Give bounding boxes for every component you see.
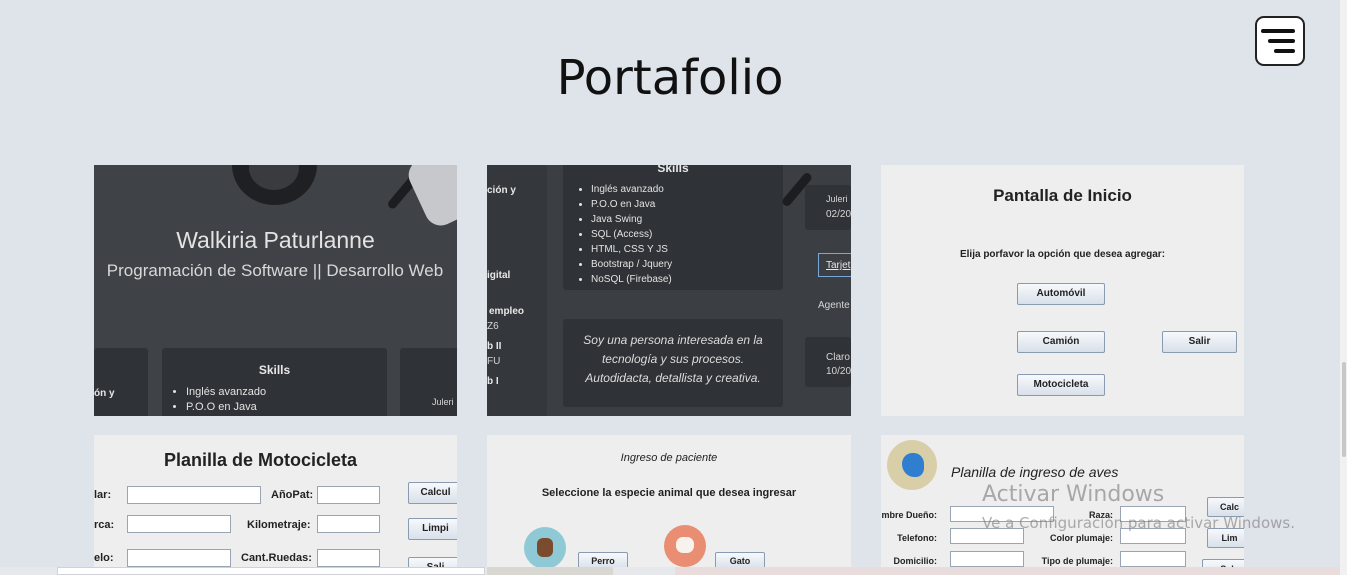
left-fragment: b I (487, 376, 499, 387)
salir-button[interactable]: Salir (1162, 331, 1237, 353)
field-label: lar: (94, 489, 112, 501)
skill-item: NoSQL (Firebase) (591, 272, 672, 287)
text-field[interactable] (1120, 551, 1186, 567)
text-field[interactable] (317, 549, 380, 567)
text-field[interactable] (127, 549, 231, 567)
cat-icon (664, 525, 706, 567)
right-fragment: Juleri (826, 194, 848, 204)
skill-item: Inglés avanzado (186, 385, 266, 400)
portfolio-card-pantalla-inicio[interactable]: Pantalla de Inicio Elija porfavor la opc… (881, 165, 1244, 416)
next-row-strip (675, 567, 1340, 575)
field-label: mbre Dueño: (881, 510, 937, 520)
portfolio-card-skills[interactable]: ción y igital empleo Z6 b II FU b I Skil… (487, 165, 851, 416)
field-label: Telefono: (897, 533, 937, 543)
left-fragment: FU (487, 356, 501, 367)
window-title: Planilla de Motocicleta (164, 450, 358, 470)
field-label: Kilometraje: (247, 519, 311, 531)
scrollbar-track[interactable] (1340, 0, 1347, 575)
next-row-strip (57, 567, 485, 575)
skill-item: Bootstrap / Jquery (591, 257, 672, 272)
skill-item: P.O.O en Java (591, 197, 672, 212)
left-panel (94, 348, 148, 416)
right-fragment: 10/20 (826, 366, 851, 377)
skills-heading: Skills (258, 363, 291, 377)
right-fragment: 02/20 (826, 209, 851, 220)
text-field[interactable] (317, 486, 380, 504)
right-panel (805, 185, 851, 230)
limpiar-button[interactable]: Limpi (408, 518, 457, 540)
right-panel-fragment: Juleri (432, 397, 454, 407)
profile-name: Walkiria Paturlanne (176, 227, 375, 253)
field-label: Color plumaje: (1049, 533, 1113, 543)
skills-list: Inglés avanzado P.O.O en Java (170, 385, 266, 415)
calcular-button[interactable]: Calcul (408, 482, 457, 504)
portfolio-card-motocicleta[interactable]: Planilla de Motocicleta lar: AñoPat: Cal… (94, 435, 457, 575)
prompt-label: Elija porfavor la opción que desea agreg… (959, 249, 1166, 260)
portfolio-card-ingreso-paciente[interactable]: Ingreso de paciente Seleccione la especi… (487, 435, 851, 575)
right-fragment: Claro (826, 352, 850, 363)
motocicleta-button[interactable]: Motocicleta (1017, 374, 1105, 396)
window-title: Ingreso de paciente (620, 452, 718, 464)
menu-icon-line (1261, 29, 1295, 33)
skill-item: HTML, CSS Y JS (591, 242, 672, 257)
laptop-image (403, 165, 457, 231)
skills-list: Inglés avanzado P.O.O en Java Java Swing… (575, 182, 672, 287)
text-field[interactable] (127, 486, 261, 504)
text-field[interactable] (950, 551, 1024, 567)
portfolio-card-profile[interactable]: Walkiria Paturlanne Programación de Soft… (94, 165, 457, 416)
text-field[interactable] (317, 515, 380, 533)
left-fragment: empleo (489, 306, 525, 317)
automovil-button[interactable]: Automóvil (1017, 283, 1105, 305)
hamburger-menu-button[interactable] (1255, 16, 1305, 66)
left-fragment: Z6 (487, 321, 499, 332)
field-label: Cant.Ruedas: (241, 552, 312, 564)
right-fragment: Tarjet (826, 260, 851, 271)
text-field[interactable] (127, 515, 231, 533)
about-quote: Soy una persona interesada en la tecnolo… (583, 333, 763, 385)
field-label: AñoPat: (271, 489, 314, 501)
left-fragment: igital (487, 270, 511, 281)
field-label: rca: (94, 519, 115, 531)
skills-heading: Skills (657, 165, 689, 175)
skill-item: Java Swing (591, 212, 672, 227)
field-label: Domicilio: (893, 556, 937, 566)
skill-item: P.O.O en Java (186, 400, 266, 415)
field-label: elo: (94, 552, 114, 564)
windows-activation-message: Ve a Configuración para activar Windows. (982, 514, 1295, 532)
menu-icon-line (1268, 39, 1295, 43)
skill-item: SQL (Access) (591, 227, 672, 242)
skill-item: Inglés avanzado (591, 182, 672, 197)
prompt-label: Seleccione la especie animal que desea i… (541, 487, 797, 499)
left-fragment: ción y (487, 185, 516, 196)
bird-icon (887, 440, 937, 490)
skills-panel: Skills Inglés avanzado P.O.O en Java (162, 348, 387, 416)
left-fragment: b II (487, 341, 502, 352)
window-title: Pantalla de Inicio (993, 186, 1132, 205)
page-title: Portafolio (556, 50, 784, 106)
right-fragment: Agente (818, 300, 850, 311)
dog-icon (524, 527, 566, 569)
scrollbar-thumb[interactable] (1342, 362, 1346, 457)
windows-activation-title: Activar Windows (982, 482, 1165, 507)
menu-icon-line (1274, 49, 1295, 53)
next-row-strip (487, 567, 613, 575)
camion-button[interactable]: Camión (1017, 331, 1105, 353)
left-panel-fragment: ón y (94, 388, 115, 399)
skills-panel: Skills Inglés avanzado P.O.O en Java Jav… (563, 165, 783, 290)
field-label: Tipo de plumaje: (1041, 556, 1113, 566)
window-title: Planilla de ingreso de aves (951, 464, 1119, 480)
profile-subtitle: Programación de Software || Desarrollo W… (106, 261, 444, 280)
quote-panel: Soy una persona interesada en la tecnolo… (563, 319, 783, 407)
